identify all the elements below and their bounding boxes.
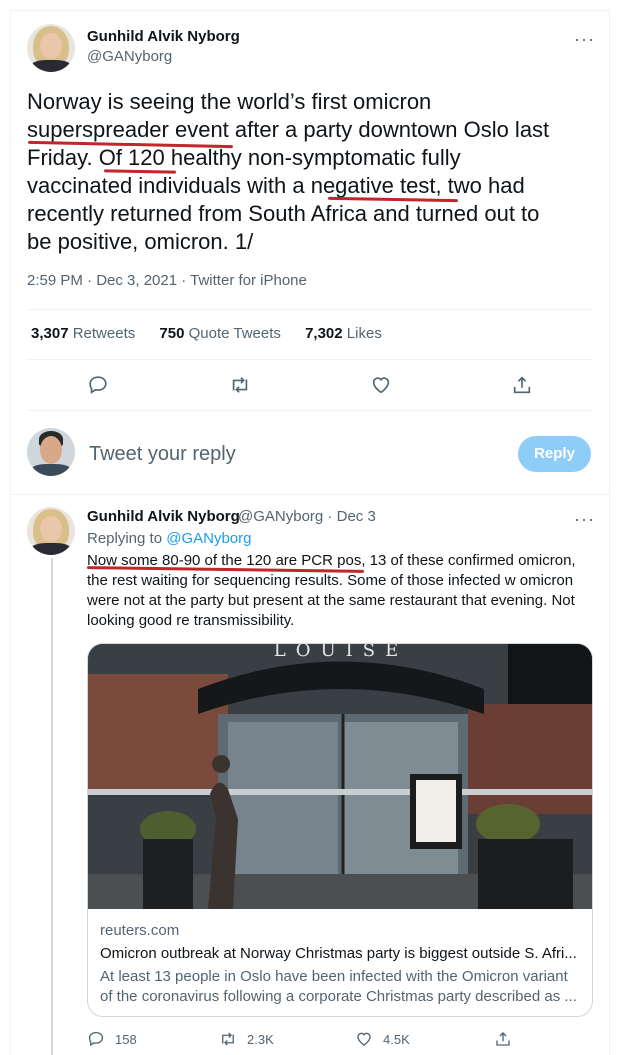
thread-line bbox=[51, 558, 53, 1055]
retweets-stat[interactable]: 3,307 Retweets bbox=[31, 325, 135, 342]
retweet-icon[interactable] bbox=[229, 374, 251, 396]
reply-tweet-text: Now some 80-90 of the 120 are PCR pos, 1… bbox=[87, 552, 576, 629]
reply-icon bbox=[88, 1031, 104, 1047]
likes-stat[interactable]: 7,302 Likes bbox=[305, 325, 382, 342]
like-icon[interactable] bbox=[370, 374, 392, 396]
card-title: Omicron outbreak at Norway Christmas par… bbox=[100, 945, 577, 962]
reply-author-avatar[interactable] bbox=[27, 507, 75, 555]
replying-to: Replying to @GANyborg bbox=[87, 530, 251, 547]
replying-to-label: Replying to bbox=[87, 530, 167, 547]
quote-tweets-stat[interactable]: 750 Quote Tweets bbox=[159, 325, 280, 342]
retweet-icon bbox=[222, 1032, 234, 1046]
more-options-icon[interactable]: ··· bbox=[574, 510, 595, 528]
replying-to-link[interactable]: @GANyborg bbox=[166, 530, 251, 547]
more-options-icon[interactable]: ··· bbox=[574, 30, 595, 48]
link-preview-card[interactable]: LOUISE reuters.com Omicron outbreak at N… bbox=[87, 643, 593, 1017]
reply-icon[interactable] bbox=[87, 374, 109, 396]
share-icon bbox=[496, 1032, 510, 1046]
author-avatar[interactable] bbox=[27, 24, 75, 72]
reply-count: 158 bbox=[115, 1032, 137, 1047]
svg-text:LOUISE: LOUISE bbox=[274, 644, 408, 661]
reply-author-name[interactable]: Gunhild Alvik Nyborg bbox=[87, 508, 240, 525]
divider bbox=[27, 309, 592, 310]
like-count-button[interactable]: 4.5K bbox=[355, 1030, 410, 1048]
tweet-timestamp[interactable]: 2:59 PM · Dec 3, 2021 · Twitter for iPho… bbox=[27, 272, 307, 289]
article-image: LOUISE bbox=[88, 644, 592, 909]
divider bbox=[27, 359, 592, 360]
author-name[interactable]: Gunhild Alvik Nyborg bbox=[87, 28, 240, 45]
divider bbox=[27, 410, 592, 411]
share-button[interactable] bbox=[494, 1030, 522, 1048]
retweet-count-button[interactable]: 2.3K bbox=[219, 1030, 274, 1048]
tweet-stats: 3,307 Retweets 750 Quote Tweets 7,302 Li… bbox=[31, 325, 402, 342]
reply-count-button[interactable]: 158 bbox=[87, 1030, 137, 1048]
meta-separator: · bbox=[323, 508, 337, 525]
reply-author-meta: @GANyborg · Dec 3 bbox=[238, 508, 376, 525]
retweet-count: 2.3K bbox=[247, 1032, 274, 1047]
divider bbox=[10, 494, 610, 495]
reply-button[interactable]: Reply bbox=[518, 436, 591, 472]
reply-input[interactable]: Tweet your reply bbox=[89, 443, 236, 466]
like-count: 4.5K bbox=[383, 1032, 410, 1047]
reply-date[interactable]: Dec 3 bbox=[337, 508, 376, 525]
card-domain: reuters.com bbox=[100, 922, 180, 939]
like-icon bbox=[357, 1032, 371, 1046]
reply-author-handle[interactable]: @GANyborg bbox=[238, 508, 323, 525]
author-handle[interactable]: @GANyborg bbox=[87, 48, 172, 65]
card-description: At least 13 people in Oslo have been inf… bbox=[100, 968, 577, 1005]
current-user-avatar[interactable] bbox=[27, 428, 75, 476]
share-icon[interactable] bbox=[511, 374, 533, 396]
